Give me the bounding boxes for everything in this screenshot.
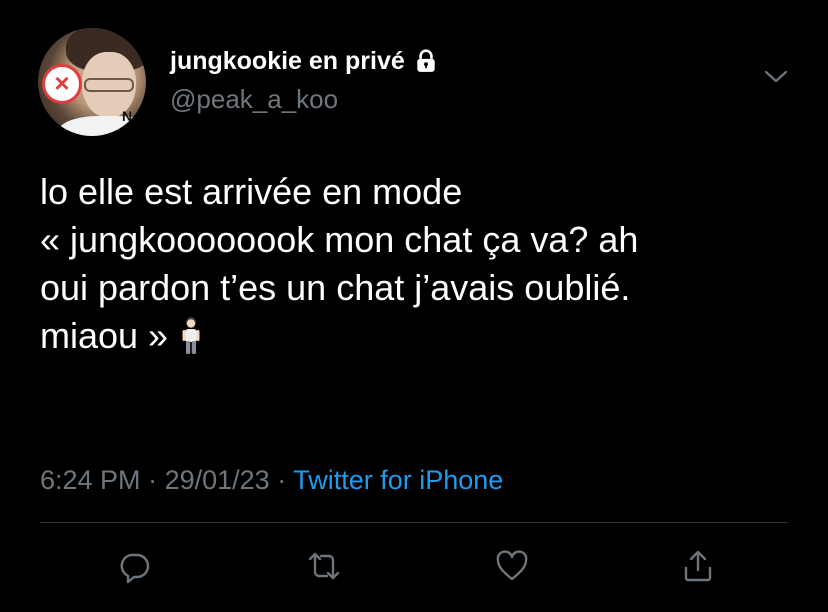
avatar-x-sign: ×	[42, 64, 82, 104]
reply-button[interactable]	[112, 544, 156, 588]
retweet-icon	[308, 552, 340, 580]
tweet-body: lo elle est arrivée en mode « jungkooooo…	[40, 171, 639, 356]
tweet-meta: 6:24 PM · 29/01/23 · Twitter for iPhone	[40, 464, 503, 496]
meta-separator: ·	[148, 465, 158, 495]
share-button[interactable]	[676, 544, 720, 588]
action-bar	[0, 544, 828, 588]
divider	[40, 522, 788, 523]
avatar-glasses	[84, 78, 134, 92]
reply-icon	[120, 553, 150, 584]
share-icon	[684, 550, 712, 582]
retweet-button[interactable]	[302, 544, 346, 588]
tweet-text: lo elle est arrivée en mode « jungkooooo…	[40, 168, 800, 360]
chevron-down-icon[interactable]	[762, 66, 790, 88]
avatar-sign-text: N	[122, 108, 133, 124]
author-name-row[interactable]: jungkookie en privé	[170, 46, 439, 76]
display-name[interactable]: jungkookie en privé	[170, 46, 405, 76]
meta-separator: ·	[277, 465, 287, 495]
tweet-source-link[interactable]: Twitter for iPhone	[293, 465, 503, 495]
tweet-date[interactable]: 29/01/23	[165, 465, 270, 495]
heart-icon	[496, 550, 528, 581]
avatar-shirt	[58, 116, 146, 136]
tweet-time[interactable]: 6:24 PM	[40, 465, 141, 495]
lock-icon	[413, 48, 439, 74]
user-handle[interactable]: @peak_a_koo	[170, 84, 338, 114]
like-button[interactable]	[490, 544, 534, 588]
avatar[interactable]: × N	[38, 28, 146, 136]
standing-person-emoji	[178, 316, 204, 356]
